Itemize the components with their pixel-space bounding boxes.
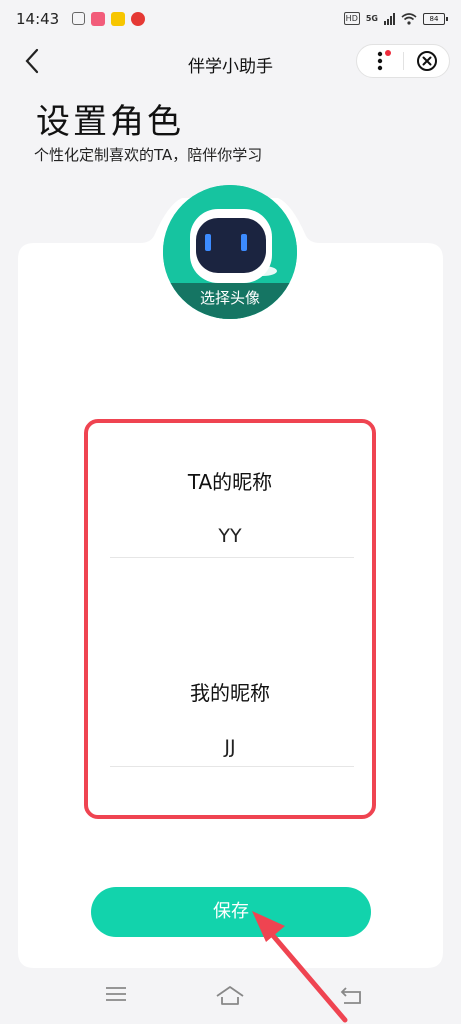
- my-nickname-input[interactable]: JJ: [88, 736, 372, 758]
- menu-icon[interactable]: [104, 984, 128, 1004]
- nickname-form: TA的昵称 YY 我的昵称 JJ: [84, 419, 376, 819]
- ta-nickname-input[interactable]: YY: [88, 525, 372, 547]
- field-divider: [110, 557, 354, 558]
- system-nav-bar: [0, 968, 461, 1024]
- back-nav-icon[interactable]: [338, 984, 366, 1006]
- home-icon[interactable]: [214, 984, 246, 1006]
- avatar-picker[interactable]: 选择头像: [163, 185, 297, 319]
- save-button[interactable]: 保存: [91, 887, 371, 937]
- field-divider: [110, 766, 354, 767]
- my-nickname-label: 我的昵称: [190, 681, 270, 705]
- ta-nickname-label: TA的昵称: [187, 470, 273, 494]
- select-avatar-label: 选择头像: [163, 283, 297, 319]
